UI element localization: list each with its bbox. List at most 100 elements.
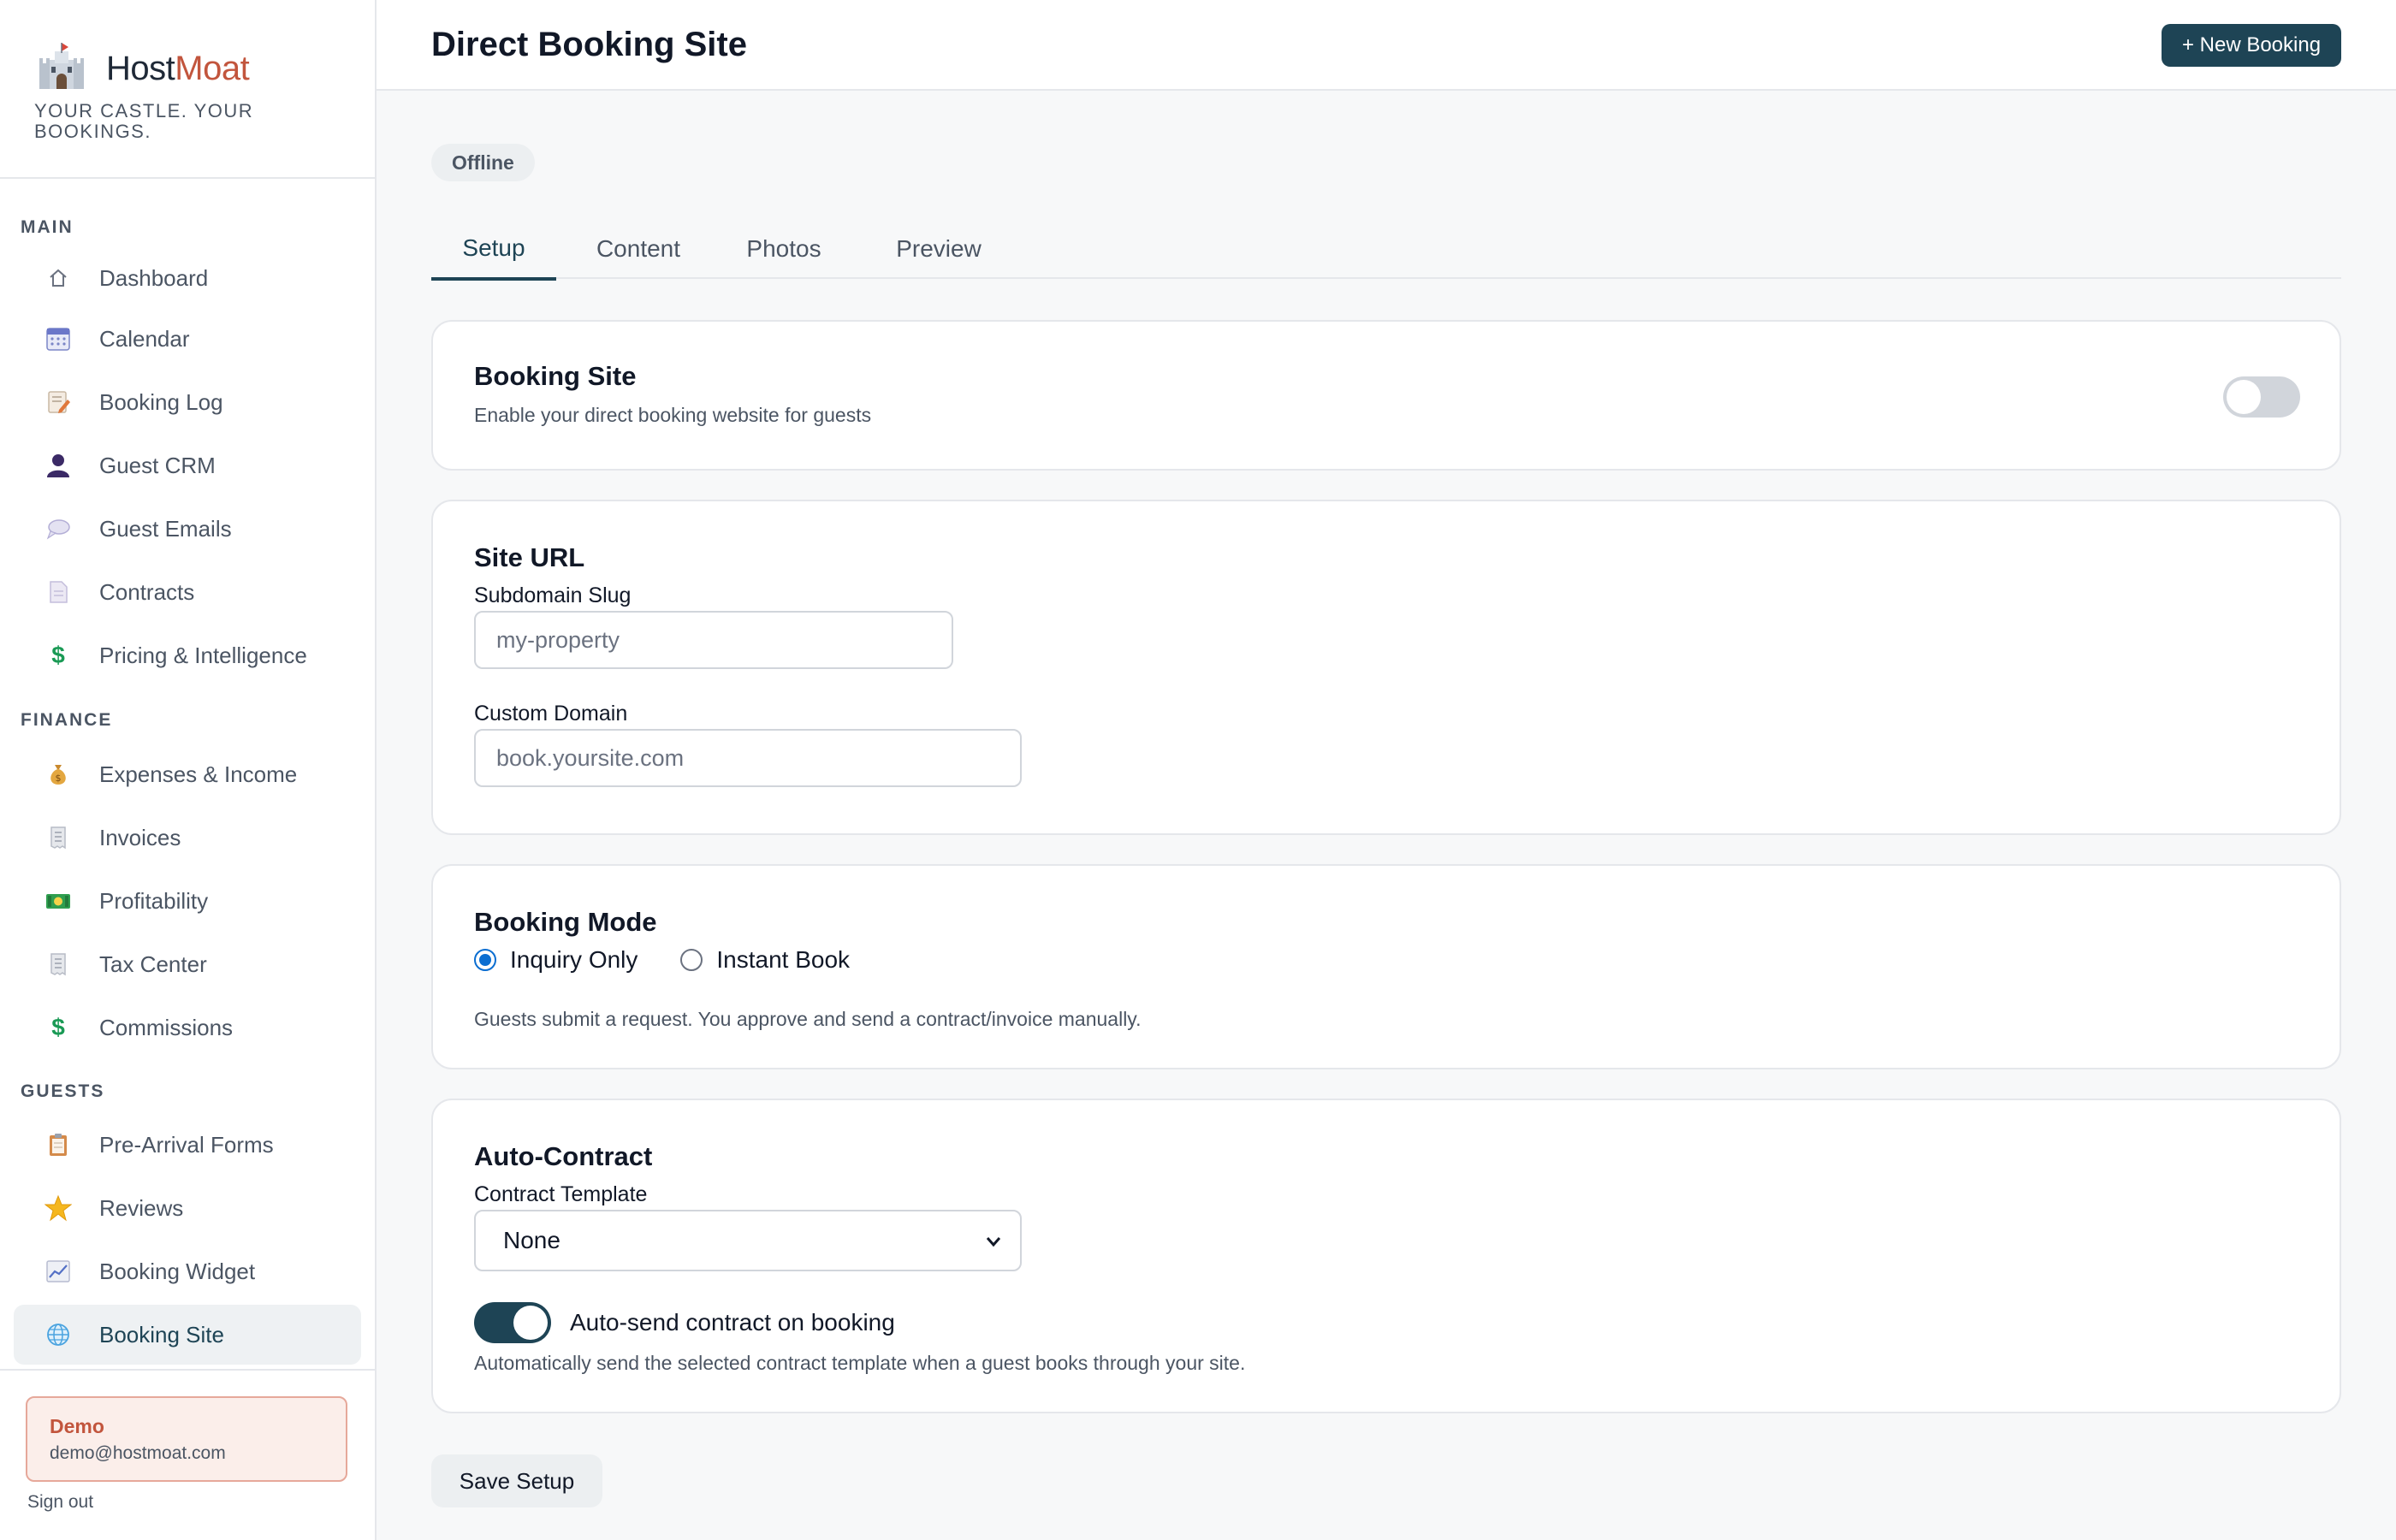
custom-domain-label: Custom Domain <box>474 702 628 726</box>
sidebar-item-label: Pricing & Intelligence <box>99 642 307 668</box>
memo-icon <box>41 385 75 419</box>
sidebar-item-reviews[interactable]: Reviews <box>14 1178 361 1238</box>
brand: HostMoat YOUR CASTLE. YOUR BOOKINGS. <box>34 41 359 142</box>
status-badge: Offline <box>431 144 535 181</box>
sidebar-item-label: Contracts <box>99 578 195 605</box>
auto-send-toggle[interactable] <box>474 1302 551 1343</box>
brand-tagline: YOUR CASTLE. YOUR BOOKINGS. <box>34 100 254 142</box>
sidebar-item-label: Booking Site <box>99 1321 224 1348</box>
sidebar-item-tax-center[interactable]: Tax Center <box>14 934 361 994</box>
user-name: Demo <box>50 1415 104 1437</box>
booking-site-title: Booking Site <box>474 361 637 391</box>
inquiry-only-label[interactable]: Inquiry Only <box>510 946 638 974</box>
sidebar-item-expenses-income[interactable]: $ Expenses & Income <box>14 744 361 804</box>
booking-mode-title: Booking Mode <box>474 907 657 937</box>
brand-name: HostMoat <box>106 49 250 88</box>
nav-heading-guests: GUESTS <box>21 1081 105 1101</box>
sign-out-link[interactable]: Sign out <box>27 1492 93 1513</box>
sidebar-item-label: Profitability <box>99 887 209 914</box>
globe-icon <box>41 1318 75 1352</box>
user-email: demo@hostmoat.com <box>50 1443 226 1463</box>
instant-book-radio[interactable] <box>680 949 703 971</box>
auto-contract-title: Auto-Contract <box>474 1141 653 1171</box>
contract-template-select[interactable]: None <box>474 1210 1022 1271</box>
brand-name-moat: Moat <box>175 49 250 87</box>
sidebar-item-label: Reviews <box>99 1194 184 1221</box>
dollar-icon: $ <box>51 1014 65 1040</box>
money-bag-icon: $ <box>41 757 75 791</box>
sidebar-item-label: Tax Center <box>99 951 207 977</box>
document-icon <box>41 575 75 609</box>
sidebar-item-commissions[interactable]: $ Commissions <box>14 998 361 1057</box>
tab-preview[interactable]: Preview <box>873 219 1005 279</box>
tab-setup[interactable]: Setup <box>431 219 556 281</box>
sidebar-divider <box>0 177 375 179</box>
auto-send-description: Automatically send the selected contract… <box>474 1352 1246 1374</box>
home-icon <box>41 261 75 295</box>
castle-logo-icon <box>39 43 84 89</box>
booking-site-card: Booking Site Enable your direct booking … <box>431 320 2341 471</box>
calendar-icon <box>41 322 75 356</box>
subdomain-slug-input[interactable] <box>474 611 953 669</box>
sidebar-item-pricing-intelligence[interactable]: $ Pricing & Intelligence <box>14 625 361 685</box>
sidebar-item-invoices[interactable]: Invoices <box>14 808 361 868</box>
custom-domain-input[interactable] <box>474 729 1022 787</box>
receipt-icon <box>41 820 75 855</box>
sidebar-item-dashboard[interactable]: Dashboard <box>14 248 361 308</box>
dollar-icon: $ <box>51 642 65 668</box>
speech-bubble-icon <box>41 512 75 546</box>
sidebar-item-guest-emails[interactable]: Guest Emails <box>14 499 361 559</box>
user-card: Demo demo@hostmoat.com <box>26 1396 347 1482</box>
sidebar-item-label: Calendar <box>99 325 190 352</box>
new-booking-button[interactable]: + New Booking <box>2162 24 2341 67</box>
svg-text:$: $ <box>56 773 62 784</box>
booking-mode-description: Guests submit a request. You approve and… <box>474 1008 1142 1030</box>
toggle-knob <box>513 1306 548 1340</box>
sidebar-item-pre-arrival-forms[interactable]: Pre-Arrival Forms <box>14 1115 361 1175</box>
sidebar-item-label: Guest CRM <box>99 452 216 478</box>
booking-mode-card: Booking Mode Inquiry Only Instant Book G… <box>431 864 2341 1069</box>
sidebar-item-label: Dashboard <box>99 264 209 291</box>
contract-template-label: Contract Template <box>474 1182 648 1206</box>
sidebar-item-booking-widget[interactable]: Booking Widget <box>14 1241 361 1301</box>
sidebar-item-label: Booking Widget <box>99 1258 256 1284</box>
sidebar-item-label: Commissions <box>99 1014 234 1040</box>
nav-heading-finance: FINANCE <box>21 710 113 730</box>
sidebar-item-booking-site[interactable]: Booking Site <box>14 1305 361 1365</box>
chart-icon <box>41 1254 75 1288</box>
sidebar-item-label: Booking Log <box>99 388 223 415</box>
banknote-icon <box>41 884 75 918</box>
person-icon <box>41 448 75 483</box>
page-title: Direct Booking Site <box>431 26 747 63</box>
save-setup-button[interactable]: Save Setup <box>431 1454 602 1507</box>
brand-name-host: Host <box>106 49 175 87</box>
top-header: Direct Booking Site + New Booking <box>377 0 2396 91</box>
tab-bar: Setup Content Photos Preview <box>431 219 2341 281</box>
sidebar-item-booking-log[interactable]: Booking Log <box>14 372 361 432</box>
sidebar-item-guest-crm[interactable]: Guest CRM <box>14 435 361 495</box>
inquiry-only-radio[interactable] <box>474 949 496 971</box>
sidebar-item-profitability[interactable]: Profitability <box>14 871 361 931</box>
main-content: Offline Setup Content Photos Preview Boo… <box>377 91 2396 1540</box>
sidebar-item-contracts[interactable]: Contracts <box>14 562 361 622</box>
booking-site-description: Enable your direct booking website for g… <box>474 404 872 426</box>
booking-site-toggle[interactable] <box>2223 376 2300 418</box>
sidebar-item-label: Pre-Arrival Forms <box>99 1131 274 1158</box>
sidebar-item-label: Expenses & Income <box>99 761 298 787</box>
star-icon <box>41 1191 75 1225</box>
toggle-knob <box>2227 380 2261 414</box>
receipt-icon <box>41 947 75 981</box>
auto-send-label[interactable]: Auto-send contract on booking <box>570 1309 895 1336</box>
site-url-card: Site URL Subdomain Slug Custom Domain <box>431 500 2341 835</box>
sidebar-item-calendar[interactable]: Calendar <box>14 309 361 369</box>
contract-template-value: None <box>503 1227 560 1253</box>
tab-photos[interactable]: Photos <box>726 219 842 279</box>
sidebar-item-label: Guest Emails <box>99 515 232 542</box>
sidebar-item-label: Invoices <box>99 824 181 850</box>
subdomain-slug-label: Subdomain Slug <box>474 583 632 607</box>
site-url-title: Site URL <box>474 542 585 572</box>
sidebar: HostMoat YOUR CASTLE. YOUR BOOKINGS. MAI… <box>0 0 377 1540</box>
sidebar-divider <box>0 1369 375 1371</box>
instant-book-label[interactable]: Instant Book <box>716 946 850 974</box>
tab-content[interactable]: Content <box>577 219 700 279</box>
